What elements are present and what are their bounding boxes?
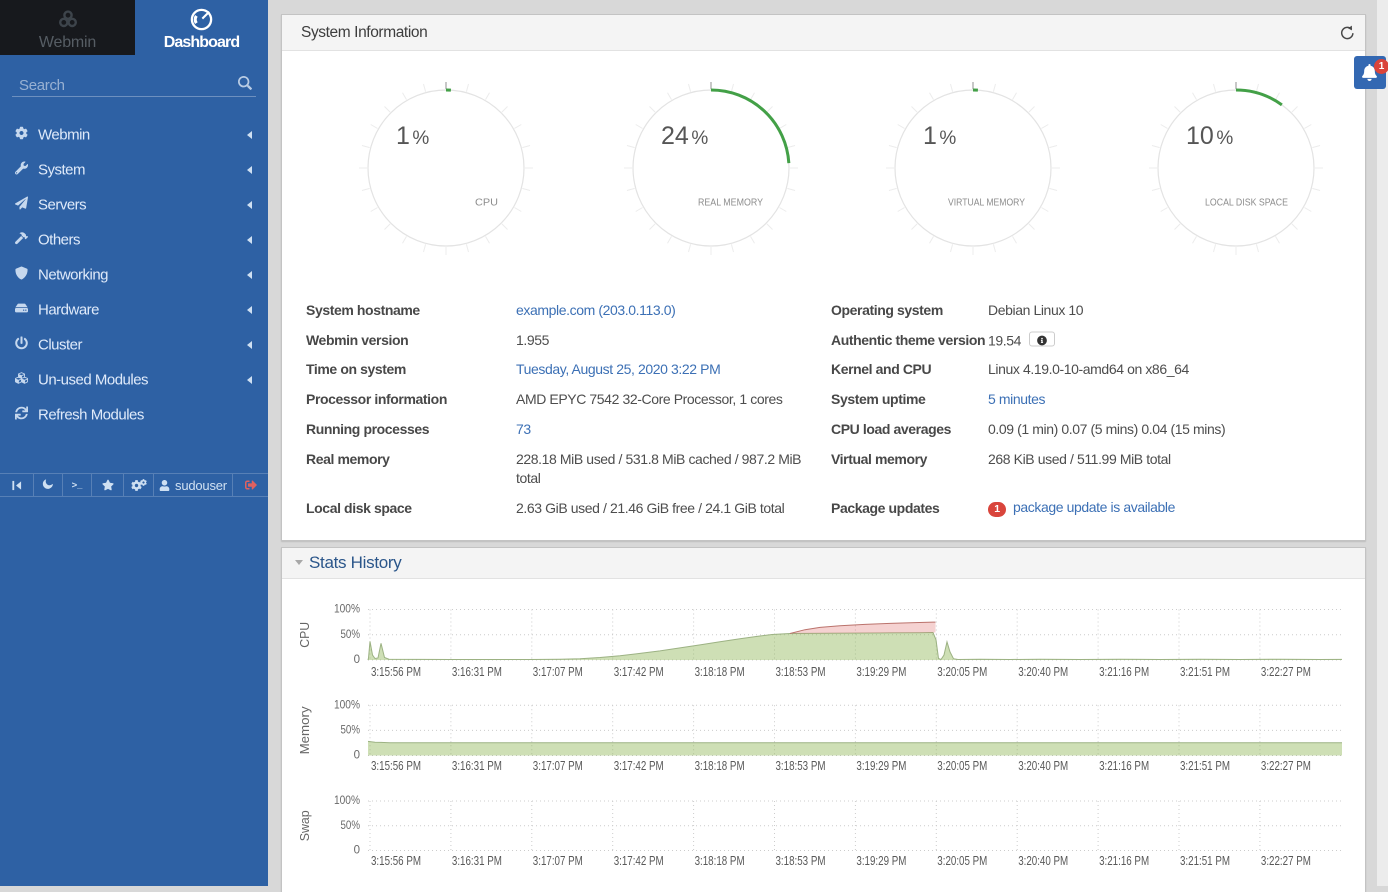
- svg-text:100%: 100%: [334, 795, 360, 807]
- svg-text:3:17:42 PM: 3:17:42 PM: [614, 759, 664, 773]
- svg-text:3:18:53 PM: 3:18:53 PM: [776, 854, 826, 868]
- svg-text:50%: 50%: [341, 629, 361, 641]
- svg-text:3:22:27 PM: 3:22:27 PM: [1261, 854, 1311, 868]
- svg-text:3:20:40 PM: 3:20:40 PM: [1018, 854, 1068, 868]
- svg-text:3:18:53 PM: 3:18:53 PM: [776, 665, 826, 679]
- svg-text:3:19:29 PM: 3:19:29 PM: [856, 854, 906, 868]
- svg-text:Swap: Swap: [298, 810, 312, 841]
- svg-text:3:15:56 PM: 3:15:56 PM: [371, 759, 421, 773]
- svg-text:3:21:16 PM: 3:21:16 PM: [1099, 854, 1149, 868]
- svg-text:3:20:40 PM: 3:20:40 PM: [1018, 759, 1068, 773]
- svg-text:VIRTUAL MEMORY: VIRTUAL MEMORY: [948, 197, 1025, 209]
- svg-text:3:21:51 PM: 3:21:51 PM: [1180, 665, 1230, 679]
- svg-text:0: 0: [354, 654, 360, 666]
- svg-text:3:17:42 PM: 3:17:42 PM: [614, 665, 664, 679]
- svg-text:3:17:07 PM: 3:17:07 PM: [533, 665, 583, 679]
- svg-text:3:16:31 PM: 3:16:31 PM: [452, 759, 502, 773]
- svg-text:CPU: CPU: [475, 197, 498, 209]
- svg-text:3:20:05 PM: 3:20:05 PM: [937, 854, 987, 868]
- svg-text:3:17:07 PM: 3:17:07 PM: [533, 759, 583, 773]
- svg-text:3:16:31 PM: 3:16:31 PM: [452, 854, 502, 868]
- svg-text:3:20:05 PM: 3:20:05 PM: [937, 759, 987, 773]
- svg-text:3:18:18 PM: 3:18:18 PM: [695, 665, 745, 679]
- svg-text:3:17:42 PM: 3:17:42 PM: [614, 854, 664, 868]
- svg-text:3:21:51 PM: 3:21:51 PM: [1180, 759, 1230, 773]
- svg-text:3:22:27 PM: 3:22:27 PM: [1261, 665, 1311, 679]
- svg-text:3:18:18 PM: 3:18:18 PM: [695, 759, 745, 773]
- svg-text:3:18:18 PM: 3:18:18 PM: [695, 854, 745, 868]
- svg-text:3:20:05 PM: 3:20:05 PM: [937, 665, 987, 679]
- svg-text:3:16:31 PM: 3:16:31 PM: [452, 665, 502, 679]
- svg-text:3:15:56 PM: 3:15:56 PM: [371, 665, 421, 679]
- svg-text:100%: 100%: [334, 604, 360, 616]
- svg-text:0: 0: [354, 750, 360, 762]
- svg-text:3:21:16 PM: 3:21:16 PM: [1099, 759, 1149, 773]
- svg-text:3:22:27 PM: 3:22:27 PM: [1261, 759, 1311, 773]
- svg-text:50%: 50%: [341, 820, 361, 832]
- svg-text:3:21:51 PM: 3:21:51 PM: [1180, 854, 1230, 868]
- svg-text:3:19:29 PM: 3:19:29 PM: [856, 759, 906, 773]
- svg-text:CPU: CPU: [298, 622, 312, 648]
- svg-text:3:20:40 PM: 3:20:40 PM: [1018, 665, 1068, 679]
- svg-text:3:18:53 PM: 3:18:53 PM: [776, 759, 826, 773]
- svg-text:Memory: Memory: [298, 706, 312, 755]
- svg-text:LOCAL DISK SPACE: LOCAL DISK SPACE: [1205, 197, 1288, 209]
- svg-text:100%: 100%: [334, 700, 360, 712]
- svg-text:3:15:56 PM: 3:15:56 PM: [371, 854, 421, 868]
- svg-text:3:21:16 PM: 3:21:16 PM: [1099, 665, 1149, 679]
- svg-text:3:17:07 PM: 3:17:07 PM: [533, 854, 583, 868]
- svg-text:3:19:29 PM: 3:19:29 PM: [856, 665, 906, 679]
- svg-text:50%: 50%: [341, 725, 361, 737]
- svg-text:0: 0: [354, 845, 360, 857]
- svg-text:REAL MEMORY: REAL MEMORY: [698, 197, 763, 209]
